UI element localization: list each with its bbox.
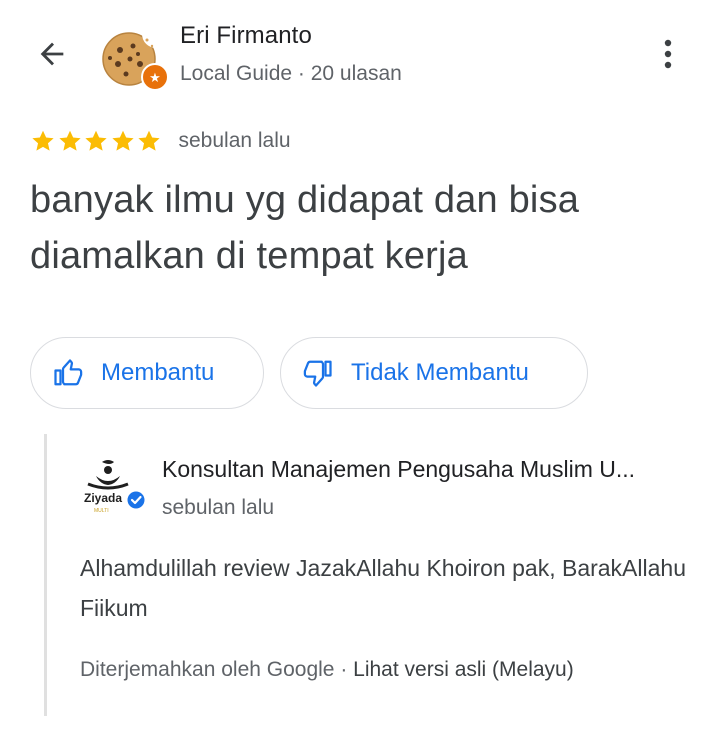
- svg-text:Ziyada: Ziyada: [84, 491, 122, 505]
- owner-logo: Ziyada MULTI: [84, 460, 146, 514]
- star-icon: [138, 130, 160, 151]
- helpful-button[interactable]: Membantu: [30, 337, 264, 409]
- star-icon: [32, 130, 54, 151]
- owner-name[interactable]: Konsultan Manajemen Pengusaha Muslim U..…: [162, 456, 714, 483]
- owner-reply-time: sebulan lalu: [162, 496, 275, 519]
- review-time: sebulan lalu: [178, 129, 291, 152]
- review-text: banyak ilmu yg didapat dan bisa diamalka…: [30, 179, 580, 277]
- review-header: ★ Eri Firmanto Local Guide · 20 ulasan: [0, 0, 720, 110]
- helpful-label: Membantu: [101, 359, 215, 386]
- star-icon: [58, 130, 81, 151]
- svg-text:MULTI: MULTI: [94, 508, 109, 514]
- owner-reply-text: Alhamdulillah review JazakAllahu Khoiron…: [80, 555, 686, 621]
- translation-row: Diterjemahkan oleh Google · Lihat versi …: [80, 658, 574, 682]
- back-button[interactable]: [28, 30, 76, 78]
- reviewer-name[interactable]: Eri Firmanto: [180, 22, 312, 50]
- arrow-left-icon: [40, 42, 64, 66]
- reviewer-meta: Local Guide · 20 ulasan: [180, 62, 402, 85]
- local-guide-badge-icon: ★: [141, 63, 169, 91]
- star-rating: [30, 128, 163, 154]
- owner-reply-divider: [44, 434, 47, 716]
- star-icon: [111, 130, 134, 151]
- review-detail-page: ★ Eri Firmanto Local Guide · 20 ulasan s…: [0, 0, 720, 756]
- thumb-down-icon: [303, 360, 332, 387]
- see-original-link[interactable]: Lihat versi asli (Melayu): [353, 658, 574, 681]
- not-helpful-label: Tidak Membantu: [351, 359, 529, 386]
- thumb-up-icon: [54, 359, 83, 386]
- translated-by-label: Diterjemahkan oleh Google ·: [80, 658, 354, 681]
- verified-check-icon: [127, 491, 145, 509]
- star-icon: [85, 130, 107, 151]
- rating-row: sebulan lalu: [30, 124, 291, 158]
- more-vert-icon: [664, 39, 672, 69]
- more-options-button[interactable]: [648, 30, 688, 78]
- not-helpful-button[interactable]: Tidak Membantu: [280, 337, 588, 409]
